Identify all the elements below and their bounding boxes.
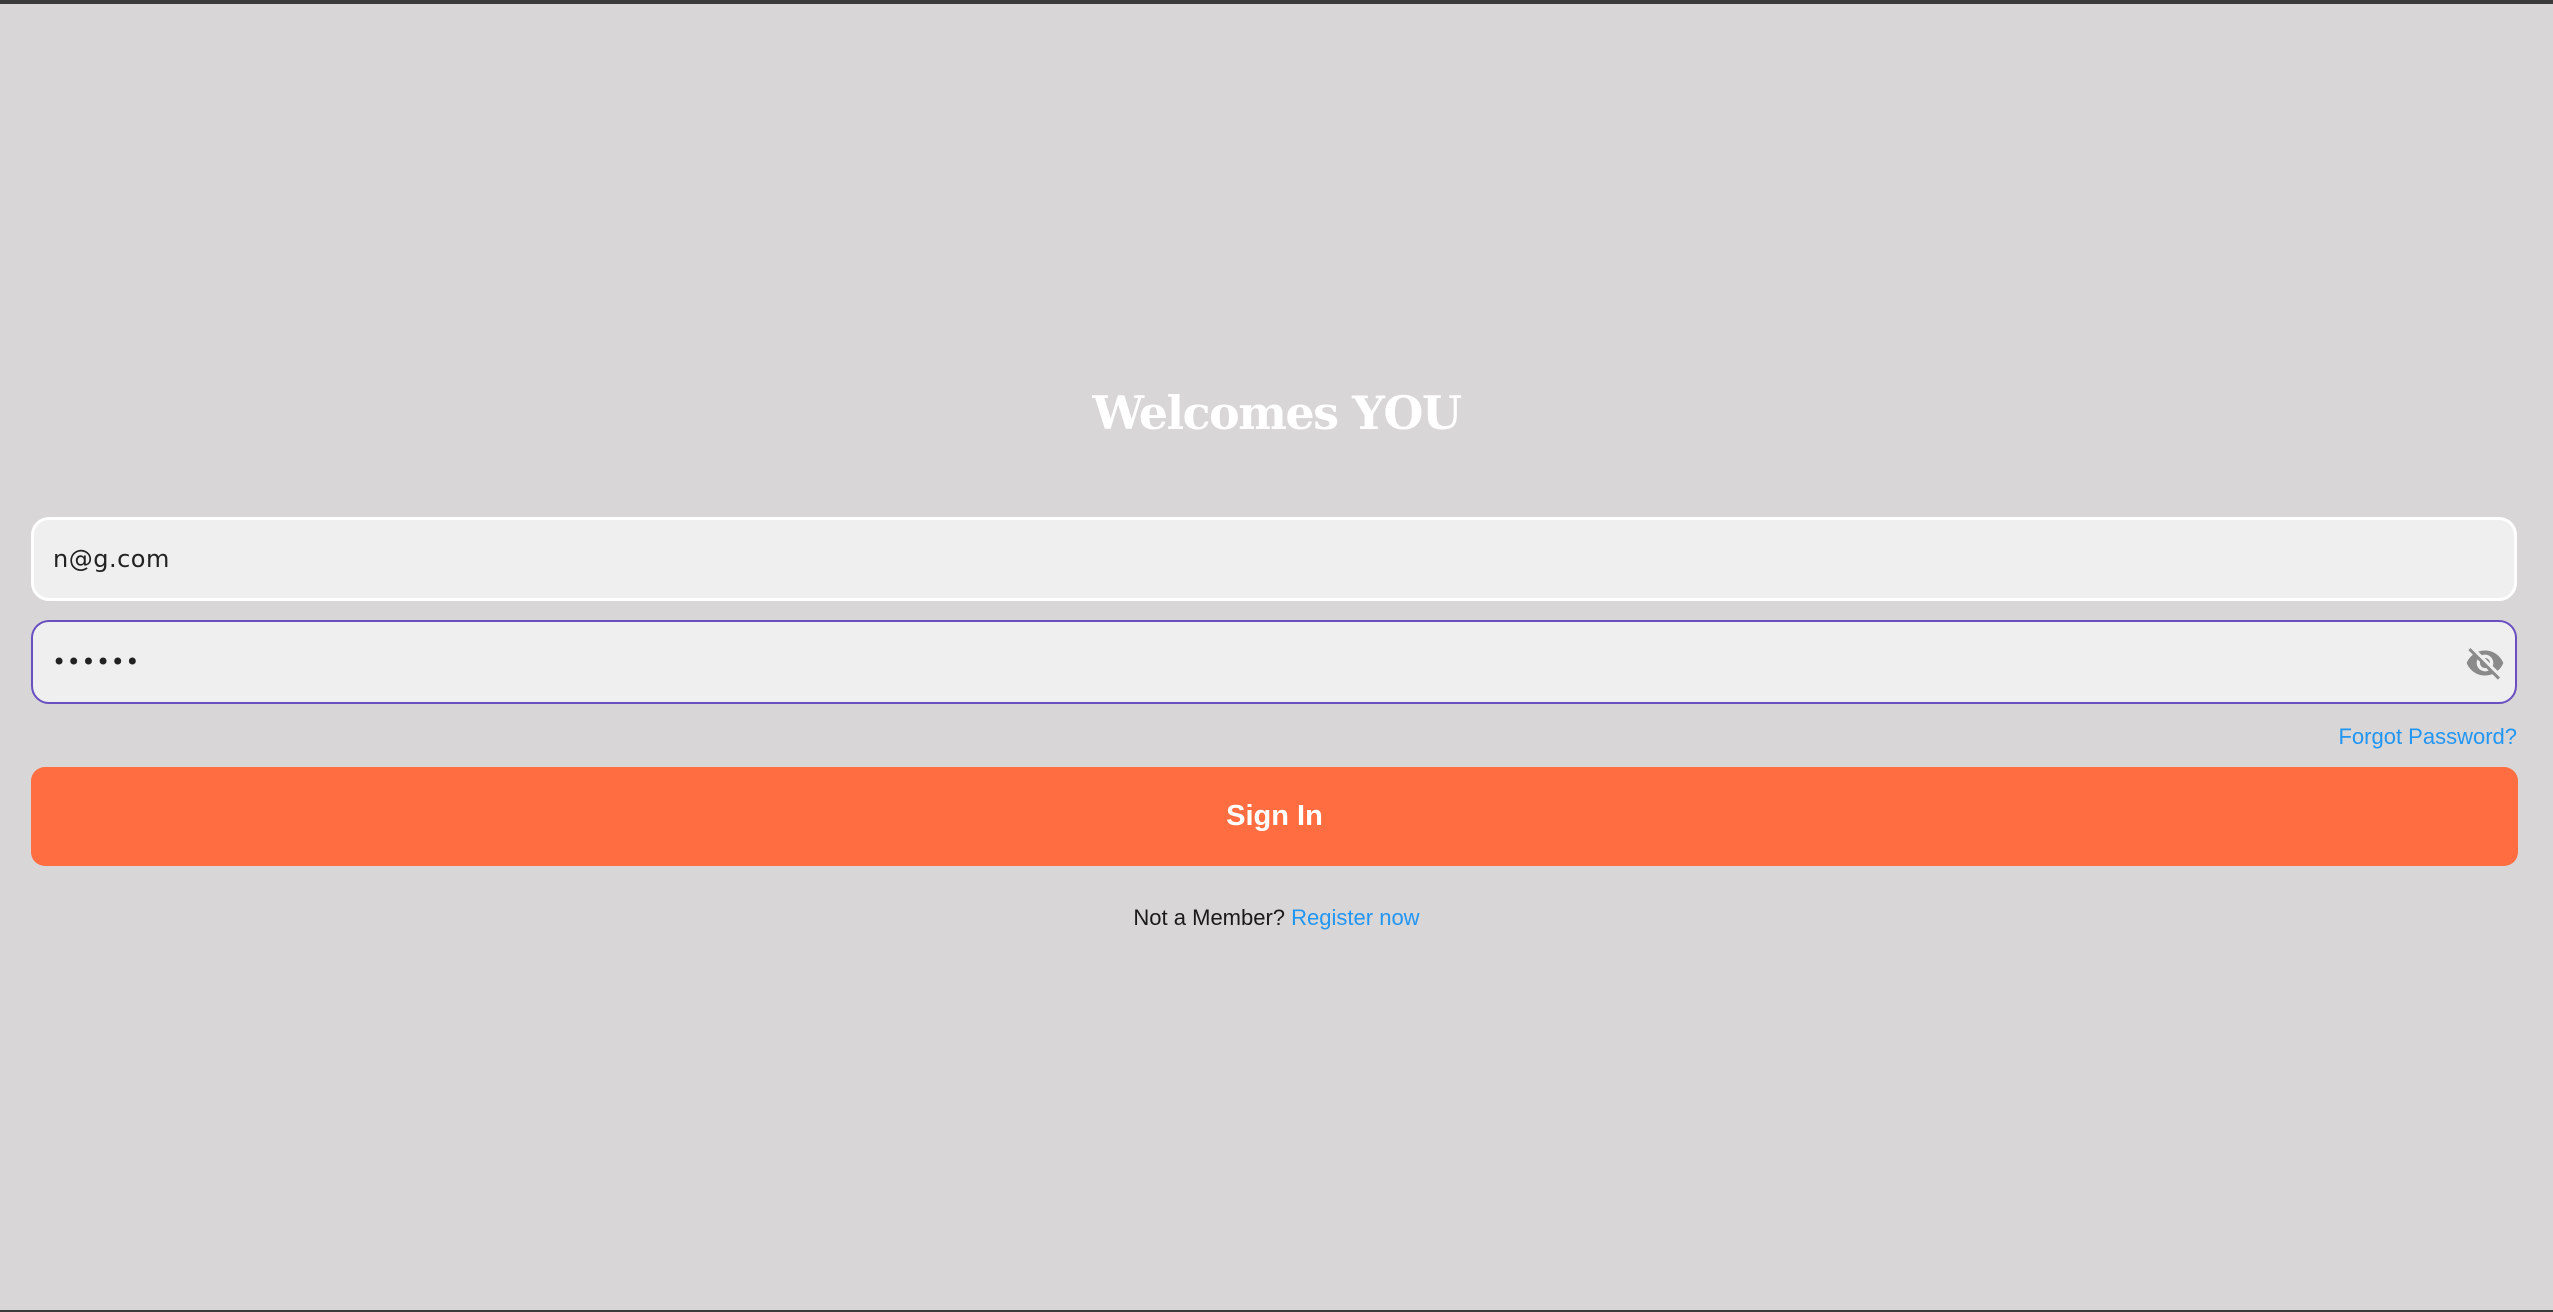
register-prompt: Not a Member? Register now <box>0 903 2553 933</box>
window-top-border <box>0 0 2553 4</box>
not-member-text: Not a Member? <box>1133 905 1286 930</box>
eye-off-icon[interactable] <box>2465 643 2505 683</box>
sign-in-button[interactable]: Sign In <box>31 767 2518 866</box>
register-now-link[interactable]: Register now <box>1291 905 1419 930</box>
forgot-password-link[interactable]: Forgot Password? <box>2338 722 2517 752</box>
email-field[interactable] <box>31 517 2517 601</box>
email-input[interactable] <box>53 520 2433 598</box>
page-title: Welcomes YOU <box>1092 386 1462 440</box>
password-field[interactable] <box>31 620 2517 704</box>
password-input[interactable] <box>52 622 2432 702</box>
